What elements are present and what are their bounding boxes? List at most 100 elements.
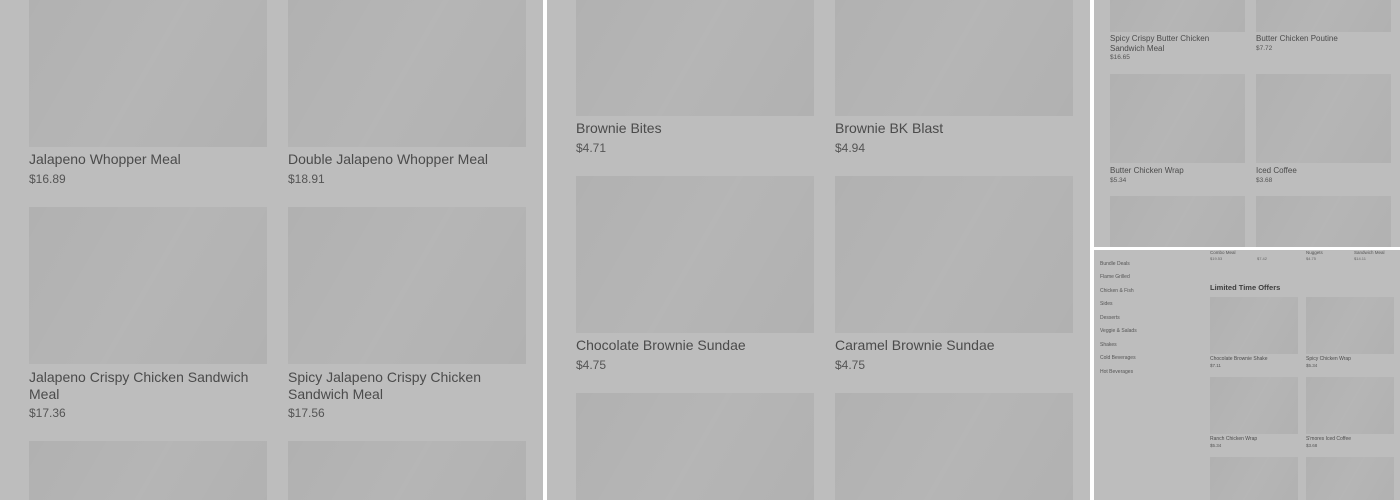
category-link-sides[interactable]: Sides [1100, 301, 1113, 307]
item-image-placeholder [1110, 196, 1245, 247]
item-price: $5.34 [1210, 443, 1222, 448]
item-image-placeholder [1306, 377, 1394, 434]
category-link-veggie-salads[interactable]: Veggie & Salads [1100, 328, 1137, 334]
item-name: Spicy Chicken Wrap [1306, 356, 1351, 362]
section-title: Limited Time Offers [1210, 283, 1281, 292]
item-image-placeholder [1210, 457, 1298, 500]
menu-panel-desserts: Brownie Bites $4.71 Brownie BK Blast $4.… [547, 0, 1090, 500]
item-price: $17.36 [29, 406, 66, 420]
menu-item-card[interactable]: Spicy Jalapeno Crispy Chicken Sandwich M… [288, 207, 526, 422]
item-image-placeholder [1306, 297, 1394, 354]
item-price: $3.68 [1256, 177, 1273, 184]
item-image-placeholder [1210, 377, 1298, 434]
item-name: Jalapeno Crispy Chicken Sandwich Meal [29, 369, 249, 402]
category-link-bundle-deals[interactable]: Bundle Deals [1100, 261, 1130, 267]
item-name: Nuggets [1306, 250, 1323, 255]
item-name: Spicy Jalapeno Crispy Chicken Sandwich M… [288, 369, 481, 402]
menu-item-card[interactable]: Chocolate Brownie Sundae $4.75 [576, 176, 814, 376]
item-price: $4.94 [835, 141, 866, 155]
menu-item-card[interactable]: Chocolate Brownie Shake $7.11 [1210, 297, 1298, 372]
menu-page-overview: Combo Meal $19.53 $7.42 Nuggets $4.75 Sa… [1094, 250, 1400, 500]
menu-item-card[interactable] [288, 441, 526, 500]
item-price: $19.53 [1210, 256, 1223, 261]
item-name: Brownie BK Blast [835, 120, 944, 136]
menu-item-card[interactable]: Ranch Chicken Wrap $5.34 [1210, 377, 1298, 452]
menu-panel-jalapeno: Jalapeno Whopper Meal $16.89 Double Jala… [0, 0, 543, 500]
item-price: $4.71 [576, 141, 607, 155]
menu-item-card[interactable] [1306, 457, 1394, 500]
item-image-placeholder [29, 441, 267, 500]
item-price: $18.91 [288, 172, 325, 186]
item-name: Butter Chicken Wrap [1110, 166, 1184, 175]
menu-item-card[interactable]: Double Jalapeno Whopper Meal $18.91 [288, 0, 526, 188]
item-name: Chocolate Brownie Shake [1210, 356, 1268, 362]
item-image-placeholder [1256, 74, 1391, 163]
menu-item-card[interactable] [29, 441, 267, 500]
menu-item-card[interactable] [576, 393, 814, 500]
item-image-placeholder [576, 393, 814, 500]
item-price: $16.65 [1110, 54, 1130, 61]
item-image-placeholder [835, 0, 1073, 116]
menu-item-card[interactable]: Jalapeno Crispy Chicken Sandwich Meal $1… [29, 207, 267, 422]
item-image-placeholder [1256, 196, 1391, 247]
item-price: $5.34 [1110, 177, 1127, 184]
item-price: $5.34 [1306, 363, 1318, 368]
item-name: Iced Coffee [1256, 166, 1297, 175]
category-link-desserts[interactable]: Desserts [1100, 315, 1120, 321]
item-image-placeholder [288, 0, 526, 147]
category-link-shakes[interactable]: Shakes [1100, 342, 1117, 348]
item-name: Spicy Crispy Butter Chicken Sandwich Mea… [1110, 34, 1210, 53]
item-name: Caramel Brownie Sundae [835, 337, 995, 353]
menu-item-card[interactable]: Spicy Chicken Wrap $5.34 [1306, 297, 1394, 372]
menu-item-card[interactable]: Iced Coffee $3.68 [1256, 74, 1391, 186]
menu-item-card[interactable] [1210, 457, 1298, 500]
category-link-flame-grilled[interactable]: Flame Grilled [1100, 274, 1130, 280]
menu-item-card[interactable]: Butter Chicken Poutine $7.72 [1256, 0, 1391, 65]
menu-item-card[interactable] [1256, 196, 1391, 247]
item-image-placeholder [288, 441, 526, 500]
item-price: $16.89 [29, 172, 66, 186]
menu-item-card[interactable]: Caramel Brownie Sundae $4.75 [835, 176, 1073, 376]
category-link-cold-beverages[interactable]: Cold Beverages [1100, 355, 1136, 361]
item-name: Double Jalapeno Whopper Meal [288, 151, 489, 167]
menu-item-card[interactable]: Brownie Bites $4.71 [576, 0, 814, 160]
item-name: Butter Chicken Poutine [1256, 34, 1338, 43]
menu-item-card[interactable]: Spicy Crispy Butter Chicken Sandwich Mea… [1110, 0, 1245, 65]
item-image-placeholder [576, 0, 814, 116]
item-price: $3.68 [1306, 443, 1318, 448]
menu-item-card[interactable]: Brownie BK Blast $4.94 [835, 0, 1073, 160]
menu-item-card[interactable] [835, 393, 1073, 500]
item-price: $7.11 [1210, 363, 1221, 368]
menu-item-card[interactable]: Butter Chicken Wrap $5.34 [1110, 74, 1245, 186]
item-name: Sandwich Meal [1354, 250, 1385, 255]
menu-panel-butter-chicken: Spicy Crispy Butter Chicken Sandwich Mea… [1094, 0, 1400, 247]
item-price: $4.75 [1306, 256, 1317, 261]
category-link-chicken-fish[interactable]: Chicken & Fish [1100, 288, 1134, 294]
item-name: Brownie Bites [576, 120, 662, 136]
item-image-placeholder [1110, 74, 1245, 163]
item-price: $14.11 [1354, 256, 1366, 261]
item-name: Ranch Chicken Wrap [1210, 436, 1258, 442]
item-name: S'mores Iced Coffee [1306, 436, 1352, 442]
item-name: Combo Meal [1210, 250, 1236, 255]
item-price: $4.75 [576, 358, 607, 372]
item-price: $7.42 [1257, 256, 1268, 261]
category-link-hot-beverages[interactable]: Hot Beverages [1100, 369, 1133, 375]
menu-item-card[interactable]: Jalapeno Whopper Meal $16.89 [29, 0, 267, 188]
item-price: $7.72 [1256, 45, 1273, 52]
item-image-placeholder [29, 207, 267, 364]
menu-item-card[interactable]: S'mores Iced Coffee $3.68 [1306, 377, 1394, 452]
item-image-placeholder [1306, 457, 1394, 500]
item-image-placeholder [29, 0, 267, 147]
item-price: $4.75 [835, 358, 866, 372]
item-image-placeholder [835, 393, 1073, 500]
item-name: Chocolate Brownie Sundae [576, 337, 746, 353]
menu-item-card[interactable] [1110, 196, 1245, 247]
item-image-placeholder [1210, 297, 1298, 354]
item-image-placeholder [1256, 0, 1391, 32]
item-price: $17.56 [288, 406, 325, 420]
item-image-placeholder [576, 176, 814, 333]
item-image-placeholder [835, 176, 1073, 333]
item-name: Jalapeno Whopper Meal [29, 151, 181, 167]
item-image-placeholder [288, 207, 526, 364]
